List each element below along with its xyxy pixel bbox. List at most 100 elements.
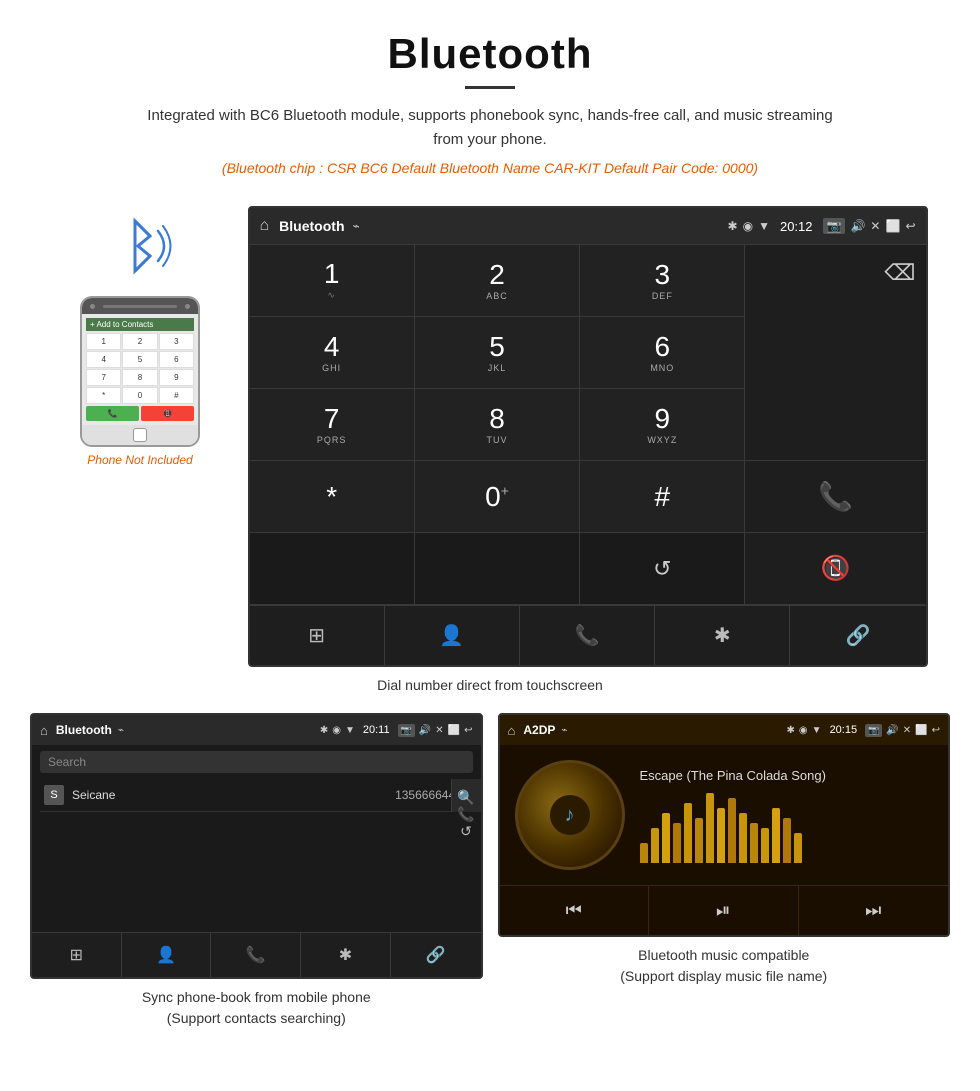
pb-search-placeholder[interactable]: Search (48, 755, 86, 769)
music-screen: ⌂ A2DP ⌁ ✱ ◉ ▼ 20:15 📷 🔊 ✕ ⬜ ↩ (498, 713, 951, 937)
music-song-title: Escape (The Pina Colada Song) (640, 768, 934, 783)
dialpad-key-star[interactable]: * (250, 461, 415, 533)
hu-nav-call[interactable]: 📞 (520, 606, 655, 665)
pb-home-icon[interactable]: ⌂ (40, 723, 48, 738)
main-screen-section: + Add to Contacts 1 2 3 4 5 6 7 8 9 * 0 … (0, 206, 980, 667)
phone-home-button[interactable] (133, 428, 147, 442)
phone-top-bar (82, 298, 198, 314)
pb-nav-bluetooth[interactable]: ✱ (301, 933, 391, 977)
dialpad-key-8[interactable]: 8TUV (415, 389, 580, 461)
dialpad-call-red-cell[interactable]: 📵 (745, 533, 925, 605)
music-statusbar: ⌂ A2DP ⌁ ✱ ◉ ▼ 20:15 📷 🔊 ✕ ⬜ ↩ (500, 715, 949, 745)
hu-volume-icon[interactable]: 🔊 (850, 219, 865, 233)
phone-speaker (103, 305, 177, 308)
phone-key-8[interactable]: 8 (122, 369, 157, 386)
pb-navbar: ⊞ 👤 📞 ✱ 🔗 (32, 932, 481, 977)
hu-window-icon[interactable]: ⬜ (885, 219, 900, 233)
pb-back-icon[interactable]: ↩ (464, 725, 472, 736)
music-bt-icon: ✱ (787, 725, 795, 736)
call-red-icon[interactable]: 📵 (821, 554, 851, 583)
music-back-icon[interactable]: ↩ (932, 725, 940, 736)
backspace-icon[interactable]: ⌫ (884, 260, 915, 286)
pb-win-icon[interactable]: ⬜ (448, 725, 460, 736)
eq-bar-4 (684, 803, 692, 863)
music-vol-icon[interactable]: 🔊 (886, 725, 898, 736)
phone-key-5[interactable]: 5 (122, 351, 157, 368)
hu-nav-grid[interactable]: ⊞ (250, 606, 385, 665)
music-note-icon: ♪ (565, 804, 575, 827)
music-next-button[interactable]: ⏭ (799, 886, 949, 935)
pb-nav-call[interactable]: 📞 (211, 933, 301, 977)
dialpad-key-3[interactable]: 3DEF (580, 245, 745, 317)
dialpad-key-6[interactable]: 6MNO (580, 317, 745, 389)
eq-bar-9 (739, 813, 747, 863)
bluetooth-signal-icon (100, 206, 180, 286)
pb-contact-letter: S (44, 785, 64, 805)
pb-cam-icon[interactable]: 📷 (398, 724, 415, 737)
hu-camera-icon[interactable]: 📷 (823, 218, 846, 234)
pb-time: 20:11 (363, 724, 390, 736)
phone-key-9[interactable]: 9 (159, 369, 194, 386)
dialpad-key-1[interactable]: 1∿ (250, 245, 415, 317)
music-win-icon[interactable]: ⬜ (915, 725, 927, 736)
pb-nav-contacts-active[interactable]: 👤 (122, 933, 212, 977)
hu-back-icon[interactable]: ↩ (905, 219, 915, 233)
title-underline (465, 86, 515, 89)
dialpad-empty-5-2 (415, 533, 580, 605)
call-green-icon[interactable]: 📞 (818, 480, 853, 513)
dialpad-key-hash[interactable]: # (580, 461, 745, 533)
phone-key-star[interactable]: * (86, 387, 121, 404)
hu-status-icons: ✱ ◉ ▼ 20:12 📷 🔊 ✕ ⬜ ↩ (728, 218, 916, 234)
phone-key-hash[interactable]: # (159, 387, 194, 404)
dialpad-key-2[interactable]: 2ABC (415, 245, 580, 317)
hu-nav-link[interactable]: 🔗 (790, 606, 925, 665)
pb-phone-icon[interactable]: 📞 (457, 806, 474, 823)
hu-usb-icon: ⌁ (353, 219, 360, 233)
redial-icon[interactable]: ↺ (653, 556, 671, 582)
pb-nav-grid[interactable]: ⊞ (32, 933, 122, 977)
pb-search-icon[interactable]: 🔍 (457, 789, 474, 806)
hu-close-icon[interactable]: ✕ (870, 219, 880, 233)
hu-home-icon[interactable]: ⌂ (260, 217, 270, 235)
phone-key-0[interactable]: 0 (122, 387, 157, 404)
pb-nav-link[interactable]: 🔗 (391, 933, 481, 977)
music-playpause-button[interactable]: ⏯ (649, 886, 799, 935)
phone-key-6[interactable]: 6 (159, 351, 194, 368)
music-home-icon[interactable]: ⌂ (508, 723, 516, 738)
eq-bar-8 (728, 798, 736, 863)
pb-main-area: S Seicane 13566664466 🔍 📞 ↺ (32, 779, 481, 812)
dialpad-call-green-cell[interactable]: 📞 (745, 461, 925, 533)
pb-refresh-icon[interactable]: ↺ (460, 823, 472, 840)
eq-bar-7 (717, 808, 725, 863)
phone-end-button[interactable]: 📵 (141, 406, 194, 421)
eq-bar-0 (640, 843, 648, 863)
music-wifi-icon: ▼ (812, 725, 822, 736)
music-prev-button[interactable]: ⏮ (500, 886, 650, 935)
pb-vol-icon[interactable]: 🔊 (419, 725, 431, 736)
hu-nav-bluetooth[interactable]: ✱ (655, 606, 790, 665)
phone-key-7[interactable]: 7 (86, 369, 121, 386)
head-unit-dial: ⌂ Bluetooth ⌁ ✱ ◉ ▼ 20:12 📷 🔊 ✕ ⬜ ↩ 1∿ 2 (248, 206, 928, 667)
phone-add-contact-label: + Add to Contacts (90, 320, 153, 329)
music-close-icon[interactable]: ✕ (903, 725, 911, 736)
pb-search-bar: Search (40, 751, 473, 773)
hu-statusbar: ⌂ Bluetooth ⌁ ✱ ◉ ▼ 20:12 📷 🔊 ✕ ⬜ ↩ (250, 208, 926, 244)
pb-contact-row[interactable]: S Seicane 13566664466 (40, 779, 473, 812)
dialpad-key-4[interactable]: 4GHI (250, 317, 415, 389)
dialpad-key-5[interactable]: 5JKL (415, 317, 580, 389)
page-subtitle: Integrated with BC6 Bluetooth module, su… (140, 104, 840, 152)
dialpad-redial-icon-cell[interactable]: ↺ (580, 533, 745, 605)
music-status-icons: ✱ ◉ ▼ 20:15 📷 🔊 ✕ ⬜ ↩ (787, 724, 940, 737)
phone-key-2[interactable]: 2 (122, 333, 157, 350)
music-cam-icon[interactable]: 📷 (865, 724, 882, 737)
dialpad-key-7[interactable]: 7PQRS (250, 389, 415, 461)
dialpad-key-0[interactable]: 0+ (415, 461, 580, 533)
phone-key-3[interactable]: 3 (159, 333, 194, 350)
phone-call-button[interactable]: 📞 (86, 406, 139, 421)
phone-key-4[interactable]: 4 (86, 351, 121, 368)
phone-call-bar: 📞 📵 (86, 406, 194, 421)
hu-nav-contacts[interactable]: 👤 (385, 606, 520, 665)
phone-key-1[interactable]: 1 (86, 333, 121, 350)
dialpad-key-9[interactable]: 9WXYZ (580, 389, 745, 461)
pb-close-icon[interactable]: ✕ (435, 725, 443, 736)
